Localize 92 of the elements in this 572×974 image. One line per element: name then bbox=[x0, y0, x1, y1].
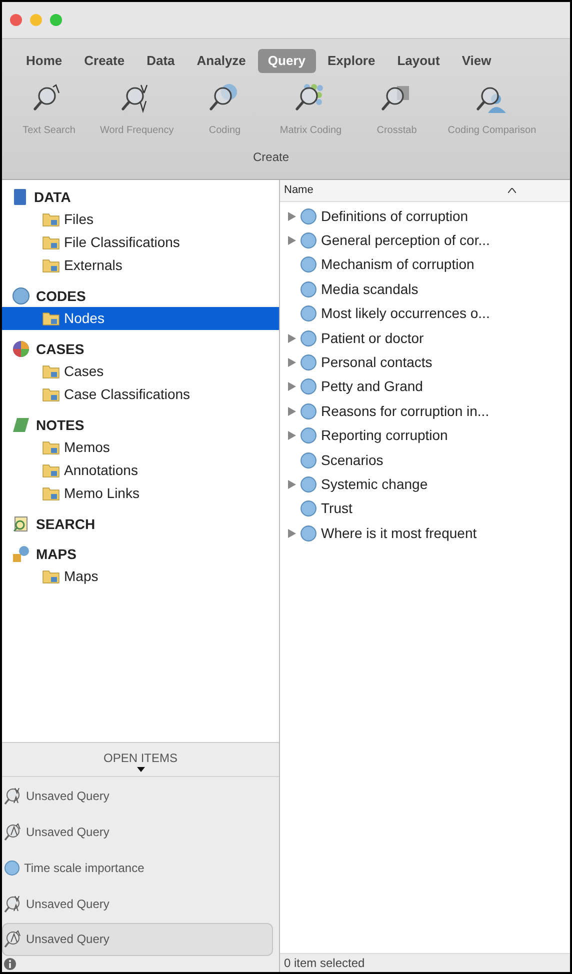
sphere-icon bbox=[300, 524, 317, 542]
section-heading: NOTES bbox=[36, 416, 84, 434]
disclosure-triangle-icon[interactable] bbox=[288, 236, 296, 246]
open-item[interactable]: Unsaved Query bbox=[2, 816, 279, 848]
disclosure-triangle-icon[interactable] bbox=[288, 212, 296, 221]
sort-caret-icon bbox=[508, 188, 516, 193]
map-node-icon bbox=[12, 545, 30, 563]
section-heading: DATA bbox=[34, 188, 71, 206]
node-name[interactable]: Reporting corruption bbox=[321, 425, 448, 446]
sidebar-item[interactable]: Annotations bbox=[2, 459, 279, 482]
disclosure-triangle-icon[interactable] bbox=[288, 358, 296, 368]
sidebar-item[interactable]: Memos bbox=[2, 436, 279, 459]
section-heading: SEARCH bbox=[36, 514, 96, 534]
sidebar-item[interactable]: Memo Links bbox=[2, 482, 279, 505]
book-icon bbox=[12, 188, 28, 206]
node-name[interactable]: Most likely occurrences o... bbox=[321, 303, 490, 324]
menu-tab[interactable]: View bbox=[452, 49, 502, 72]
folder-icon bbox=[42, 364, 60, 379]
node-name[interactable]: Trust bbox=[321, 498, 352, 520]
section-heading: CASES bbox=[36, 340, 84, 358]
menu-tab[interactable]: Explore bbox=[318, 49, 386, 72]
sphere-icon bbox=[300, 476, 317, 493]
node-name[interactable]: Scenarios bbox=[321, 450, 384, 471]
sphere-icon bbox=[300, 305, 317, 322]
folder-icon bbox=[42, 440, 60, 455]
disclosure-triangle-icon[interactable] bbox=[288, 406, 296, 416]
node-name[interactable]: Where is it most frequent bbox=[321, 522, 477, 544]
node-name[interactable]: Petty and Grand bbox=[321, 376, 423, 398]
node-name[interactable]: Definitions of corruption bbox=[321, 206, 468, 227]
magnifier-icon bbox=[4, 930, 22, 948]
sphere-icon bbox=[300, 232, 317, 250]
sphere-icon bbox=[300, 208, 317, 225]
folder-icon bbox=[42, 235, 60, 250]
search-icon bbox=[12, 515, 30, 533]
node-name[interactable]: Mechanism of corruption bbox=[321, 254, 474, 276]
menu-tab[interactable]: Layout bbox=[387, 49, 450, 72]
sphere-icon bbox=[300, 427, 317, 444]
folder-icon bbox=[42, 463, 60, 478]
folder-icon bbox=[42, 258, 60, 273]
sidebar-item[interactable]: Nodes bbox=[2, 307, 279, 330]
folder-icon bbox=[42, 387, 60, 402]
sphere-icon bbox=[300, 378, 317, 396]
node-name[interactable]: Patient or doctor bbox=[321, 328, 424, 349]
menu-tab[interactable]: Create bbox=[74, 49, 135, 72]
section-heading: MAPS bbox=[36, 544, 76, 564]
quadrant-circle-icon bbox=[12, 340, 30, 358]
disclosure-triangle-icon[interactable] bbox=[288, 528, 296, 538]
sphere-icon bbox=[300, 402, 317, 420]
sidebar-item[interactable]: Case Classifications bbox=[2, 383, 279, 406]
sphere-icon bbox=[300, 280, 317, 298]
sphere-icon bbox=[300, 256, 317, 274]
open-item[interactable]: Time scale importance bbox=[2, 852, 279, 884]
folder-icon bbox=[42, 311, 60, 326]
disclosure-triangle-icon[interactable] bbox=[288, 382, 296, 392]
sphere-icon bbox=[300, 452, 317, 469]
node-name[interactable]: Reasons for corruption in... bbox=[321, 400, 490, 422]
menu-tab[interactable]: Analyze bbox=[186, 49, 256, 72]
sphere-icon bbox=[300, 354, 317, 372]
notepad-icon bbox=[12, 416, 30, 434]
sidebar-item[interactable]: Files bbox=[2, 208, 279, 231]
menu-tab[interactable]: Home bbox=[16, 49, 72, 72]
info-icon[interactable] bbox=[4, 958, 16, 970]
zoom-button[interactable] bbox=[50, 14, 62, 26]
folder-icon bbox=[42, 486, 60, 501]
close-button[interactable] bbox=[10, 14, 22, 26]
open-item[interactable]: Unsaved Query bbox=[2, 887, 279, 920]
folder-icon bbox=[42, 212, 60, 227]
section-heading: CODES bbox=[36, 286, 86, 306]
node-name[interactable]: Personal contacts bbox=[321, 352, 432, 374]
disclosure-triangle-icon[interactable] bbox=[288, 480, 296, 489]
sidebar-item[interactable]: File Classifications bbox=[2, 231, 279, 254]
node-name[interactable]: General perception of cor... bbox=[321, 230, 490, 252]
sphere-icon bbox=[12, 287, 30, 305]
open-item[interactable]: Unsaved Query bbox=[2, 780, 279, 813]
folder-icon bbox=[42, 569, 60, 584]
status-text: 0 item selected bbox=[284, 955, 365, 972]
node-name[interactable]: Systemic change bbox=[321, 474, 428, 495]
sphere-icon bbox=[4, 860, 20, 876]
node-name[interactable]: Media scandals bbox=[321, 278, 418, 300]
menu-tab[interactable]: Data bbox=[136, 49, 185, 72]
sphere-icon bbox=[300, 500, 317, 518]
column-header[interactable]: Name bbox=[280, 180, 570, 202]
sidebar-item[interactable]: Externals bbox=[2, 254, 279, 277]
disclosure-triangle-icon[interactable] bbox=[288, 431, 296, 440]
group-label: Create bbox=[252, 148, 290, 166]
disclosure-triangle-icon[interactable] bbox=[288, 334, 296, 343]
panel-heading: OPEN ITEMS bbox=[103, 750, 178, 767]
sidebar-item[interactable]: Cases bbox=[2, 360, 279, 383]
open-item[interactable]: Unsaved Query bbox=[2, 923, 273, 956]
dropdown-icon[interactable] bbox=[136, 767, 144, 772]
sphere-icon bbox=[300, 330, 317, 347]
sidebar-item[interactable]: Maps bbox=[2, 565, 279, 588]
